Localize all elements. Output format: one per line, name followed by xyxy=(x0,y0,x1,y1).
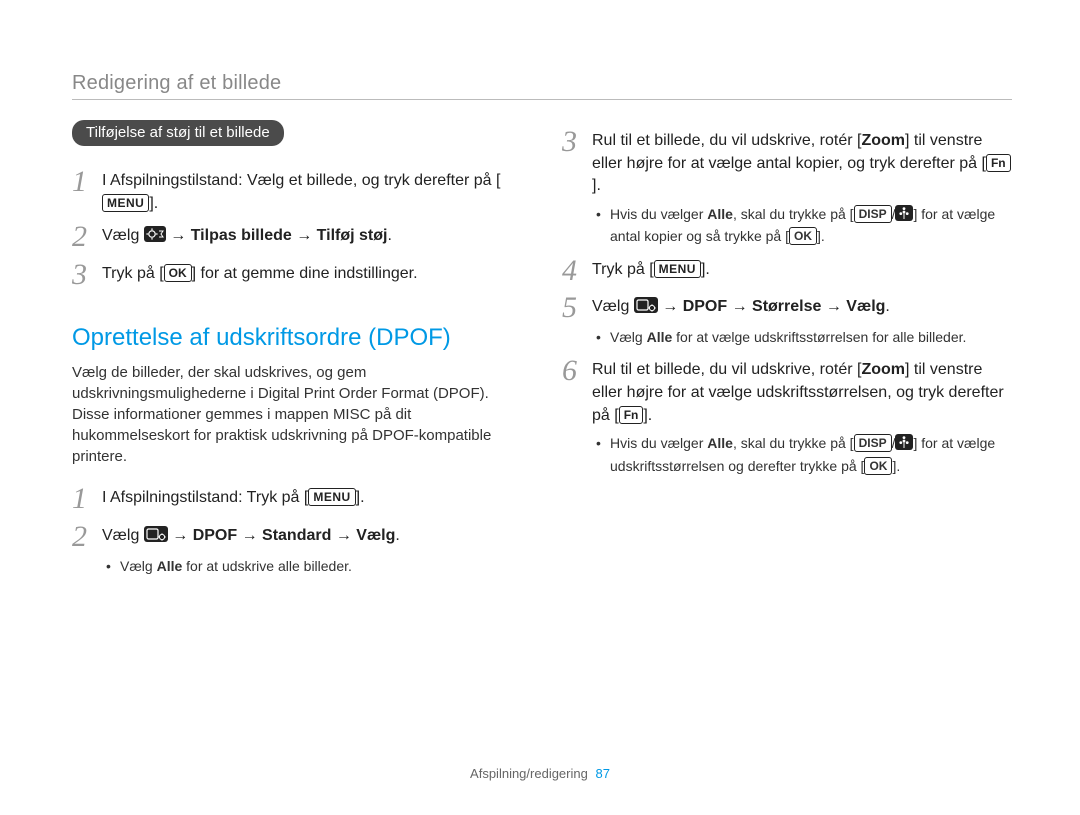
step-text: I Afspilningstilstand: Vælg et billede, … xyxy=(102,166,522,215)
sub-bullet: • Vælg Alle for at udskrive alle billede… xyxy=(106,556,522,576)
step-number: 4 xyxy=(562,255,592,287)
step-text: Vælg → Tilpas billede → Tilføj støj. xyxy=(102,221,522,250)
disp-key-icon: DISP xyxy=(854,205,892,223)
step-text: Vælg → DPOF → Standard → Vælg. • Vælg Al… xyxy=(102,521,522,578)
menu-key-icon: MENU xyxy=(102,194,149,212)
right-column: 3 Rul til et billede, du vil udskrive, r… xyxy=(562,120,1012,584)
section-paragraph: Vælg de billeder, der skal udskrives, og… xyxy=(72,362,522,467)
step-number: 2 xyxy=(72,221,102,253)
step-row: 4 Tryk på [MENU]. xyxy=(562,255,1012,287)
page-footer: Afspilning/redigering 87 xyxy=(0,766,1080,781)
step-row: 2 Vælg → DPOF → Standard → Vælg. • Vælg … xyxy=(72,521,522,578)
sub-bullet: • Hvis du vælger Alle, skal du trykke på… xyxy=(596,204,1012,247)
step-row: 2 Vælg → Tilpas billede → Tilføj støj. xyxy=(72,221,522,253)
step-text: Rul til et billede, du vil udskrive, rot… xyxy=(592,126,1012,249)
section-heading: Oprettelse af udskriftsordre (DPOF) xyxy=(72,324,522,352)
header-rule xyxy=(72,99,1012,100)
subsection-pill: Tilføjelse af støj til et billede xyxy=(72,120,284,146)
step-row: 3 Rul til et billede, du vil udskrive, r… xyxy=(562,126,1012,249)
two-column-layout: Tilføjelse af støj til et billede 1 I Af… xyxy=(72,120,1012,584)
page-header: Redigering af et billede xyxy=(72,72,1012,95)
bullet-dot-icon: • xyxy=(596,327,610,347)
step-row: 6 Rul til et billede, du vil udskrive, r… xyxy=(562,355,1012,478)
fn-key-icon: Fn xyxy=(619,406,644,424)
flower-icon xyxy=(895,205,913,226)
card-gear-icon xyxy=(144,526,168,550)
footer-text: Afspilning/redigering xyxy=(470,766,588,781)
sub-bullet: • Vælg Alle for at vælge udskriftsstørre… xyxy=(596,327,1012,347)
step-text: Tryk på [MENU]. xyxy=(592,255,1012,282)
card-gear-icon xyxy=(634,297,658,321)
step-number: 3 xyxy=(562,126,592,158)
disp-key-icon: DISP xyxy=(854,434,892,452)
step-text: Rul til et billede, du vil udskrive, rot… xyxy=(592,355,1012,478)
step-row: 1 I Afspilningstilstand: Vælg et billede… xyxy=(72,166,522,215)
page-number: 87 xyxy=(595,766,609,781)
bullet-dot-icon: • xyxy=(106,556,120,576)
step-row: 1 I Afspilningstilstand: Tryk på [MENU]. xyxy=(72,483,522,515)
step-number: 5 xyxy=(562,292,592,324)
step-number: 3 xyxy=(72,259,102,291)
bullet-dot-icon: • xyxy=(596,433,610,476)
menu-key-icon: MENU xyxy=(654,260,701,278)
step-row: 3 Tryk på [OK] for at gemme dine indstil… xyxy=(72,259,522,291)
step-text: Tryk på [OK] for at gemme dine indstilli… xyxy=(102,259,522,286)
ok-key-icon: OK xyxy=(864,457,892,475)
ok-key-icon: OK xyxy=(789,227,817,245)
menu-key-icon: MENU xyxy=(308,488,355,506)
manual-page: Redigering af et billede Tilføjelse af s… xyxy=(0,0,1080,815)
step-number: 2 xyxy=(72,521,102,553)
ok-key-icon: OK xyxy=(164,264,192,282)
step-text: I Afspilningstilstand: Tryk på [MENU]. xyxy=(102,483,522,510)
step-number: 1 xyxy=(72,483,102,515)
step-row: 5 Vælg → DPOF → Størrelse → Vælg. • Vælg… xyxy=(562,292,1012,349)
step-text: Vælg → DPOF → Størrelse → Vælg. • Vælg A… xyxy=(592,292,1012,349)
sub-bullet: • Hvis du vælger Alle, skal du trykke på… xyxy=(596,433,1012,476)
step-number: 6 xyxy=(562,355,592,387)
edit-gear-icon xyxy=(144,226,166,250)
fn-key-icon: Fn xyxy=(986,154,1011,172)
bullet-dot-icon: • xyxy=(596,204,610,247)
left-column: Tilføjelse af støj til et billede 1 I Af… xyxy=(72,120,522,584)
flower-icon xyxy=(895,434,913,455)
step-number: 1 xyxy=(72,166,102,198)
